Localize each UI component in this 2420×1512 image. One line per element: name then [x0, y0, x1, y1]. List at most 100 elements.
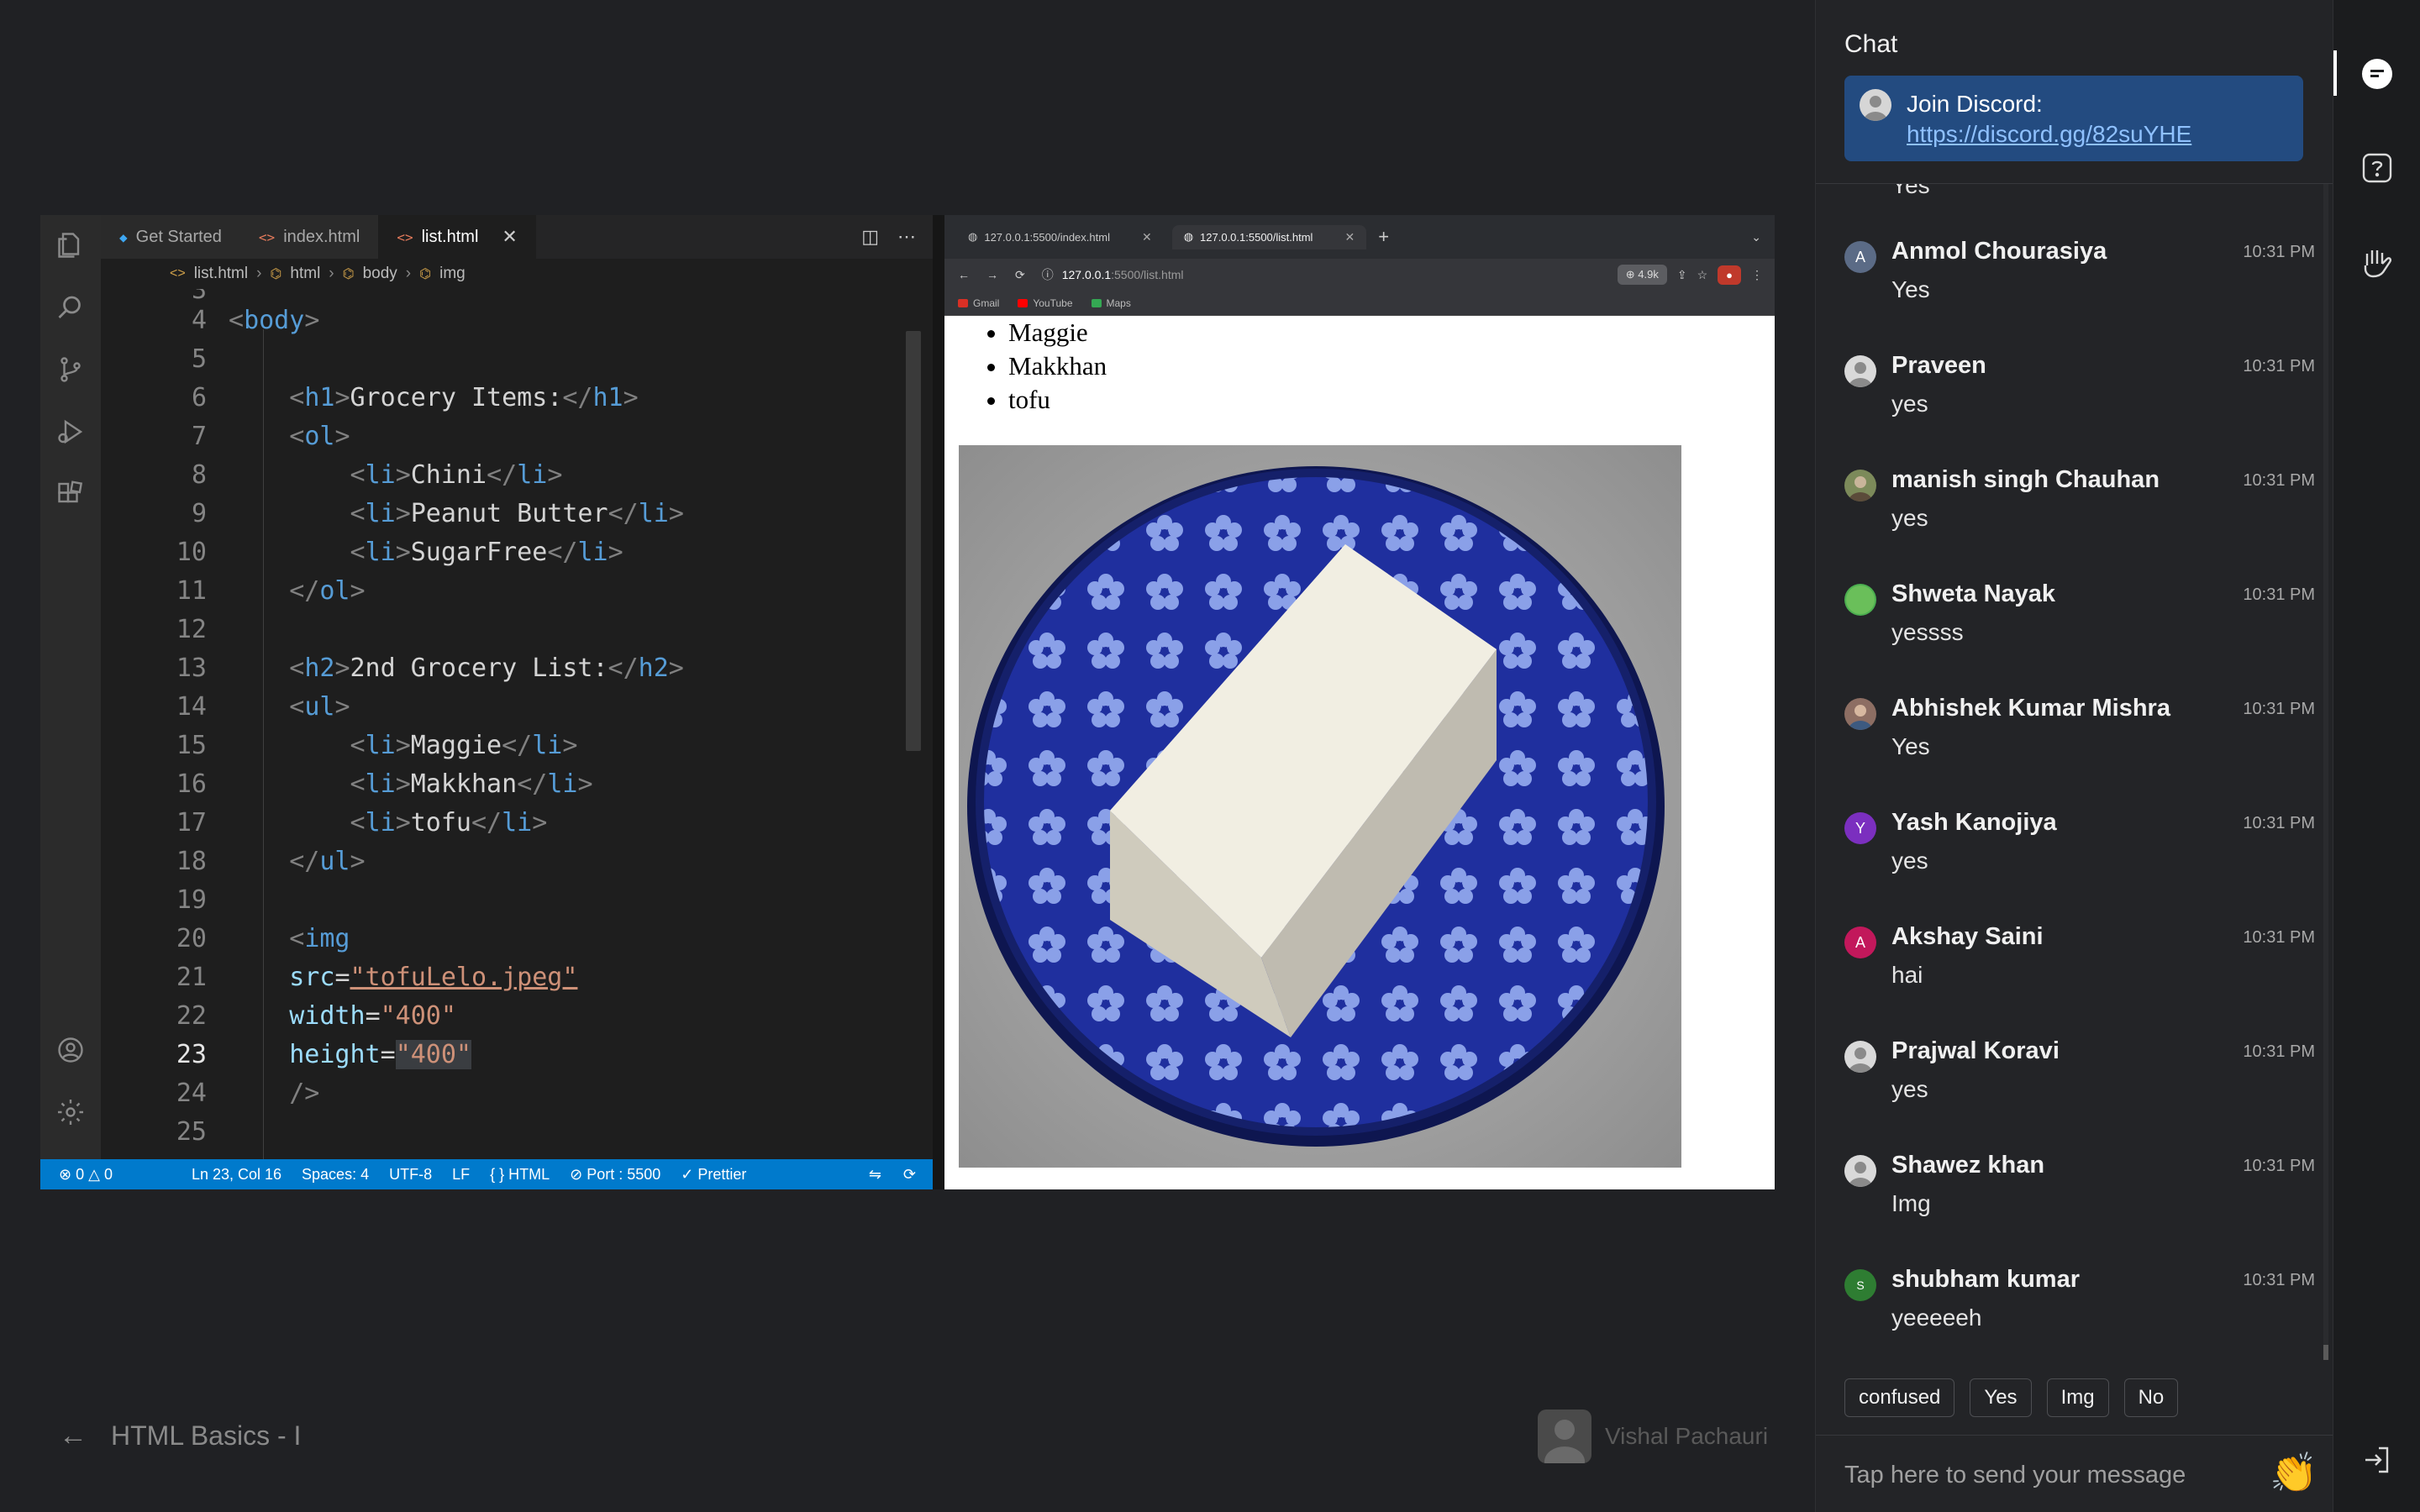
quick-reply-img[interactable]: Img	[2046, 1378, 2109, 1417]
breadcrumb-file[interactable]: list.html	[194, 265, 248, 283]
indentation-indicator[interactable]: Spaces: 4	[302, 1166, 369, 1184]
sender-name: Shawez khan	[1891, 1152, 2045, 1179]
bookmark-label: Gmail	[973, 297, 1000, 309]
code-text: </ul>	[289, 846, 366, 876]
explorer-icon[interactable]	[55, 230, 86, 260]
message-time: 10:31 PM	[2243, 357, 2315, 375]
cursor-position[interactable]: Ln 23, Col 16	[192, 1166, 281, 1184]
language-mode[interactable]: { } HTML	[490, 1166, 550, 1184]
tab-list-html[interactable]: <> list.html ✕	[378, 215, 536, 259]
more-actions-icon[interactable]: ⋯	[897, 226, 916, 248]
presenter-name: Vishal Pachauri	[1605, 1423, 1769, 1449]
line-number: 17	[176, 807, 207, 837]
line-number: 11	[176, 575, 207, 606]
bookmark-label: Maps	[1106, 297, 1131, 309]
message-list[interactable]: Yes A Anmol Chourasiya 10:31 PM Yes Prav…	[1816, 184, 2333, 1360]
close-tab-icon[interactable]: ✕	[502, 226, 517, 248]
doubt-help-icon[interactable]	[2359, 150, 2396, 186]
stage: ◆ Get Started <> index.html <> list.html…	[0, 0, 1815, 1512]
vscode-logo-icon: ◆	[119, 228, 128, 245]
message-input[interactable]	[1844, 1455, 2265, 1495]
chat-scrollbar[interactable]	[2323, 184, 2328, 1360]
message-time: 10:31 PM	[2243, 928, 2315, 947]
chat-message: Y Yash Kanojiya 10:31 PM yes	[1844, 801, 2315, 915]
bookmark-gmail[interactable]: Gmail	[958, 297, 999, 309]
breadcrumb-body[interactable]: body	[363, 265, 397, 283]
profile-pill[interactable]: ●	[1718, 265, 1741, 285]
code-line: 11 </ol>	[101, 571, 933, 610]
line-number: 20	[176, 923, 207, 953]
menu-dots-icon[interactable]: ⋮	[1751, 268, 1763, 282]
line-number: 15	[176, 730, 207, 760]
address-bar[interactable]: ⓘ 127.0.0.1:5500/list.html	[1042, 266, 1184, 283]
split-divider[interactable]	[933, 215, 944, 1189]
browser-tab[interactable]: ◍ 127.0.0.1:5500/index.html ✕	[956, 225, 1164, 249]
breadcrumb-html[interactable]: html	[290, 265, 320, 283]
chevron-down-icon[interactable]: ⌄	[1751, 230, 1761, 244]
chat-message: Abhishek Kumar Mishra 10:31 PM Yes	[1844, 686, 2315, 801]
code-line: 8 <li>Chini</li>	[101, 455, 933, 494]
discord-link[interactable]: https://discord.gg/82suYHE	[1907, 119, 2191, 150]
problems-indicator[interactable]: ⊗ 0 △ 0	[59, 1166, 113, 1184]
url-host: 127.0.0.1	[1061, 268, 1112, 281]
code-text: <li>Peanut Butter</li>	[350, 498, 684, 528]
code-line: 21 src="tofuLelo.jpeg"	[101, 958, 933, 996]
zoom-pill[interactable]: ⊕ 4.9k	[1617, 265, 1667, 285]
live-share-icon[interactable]: ⇋	[869, 1166, 881, 1184]
reload-icon[interactable]: ⟳	[1015, 268, 1025, 282]
browser-tab-active[interactable]: ◍ 127.0.0.1:5500/list.html ✕	[1171, 224, 1367, 249]
bookmark-maps[interactable]: Maps	[1091, 297, 1131, 309]
tab-index-html[interactable]: <> index.html	[239, 215, 379, 259]
prettier-indicator[interactable]: ✓ Prettier	[681, 1166, 746, 1184]
youtube-icon	[1018, 298, 1028, 307]
close-tab-icon[interactable]: ✕	[1142, 230, 1152, 244]
element-icon: ⌬	[419, 267, 432, 281]
source-control-icon[interactable]	[55, 354, 86, 385]
bookmark-youtube[interactable]: YouTube	[1018, 297, 1073, 309]
line-number: 18	[176, 846, 207, 876]
run-debug-icon[interactable]	[55, 417, 86, 447]
code-text: <li>Maggie</li>	[350, 730, 578, 760]
right-rail	[2333, 0, 2420, 1512]
active-indicator	[2333, 50, 2337, 96]
code-line: 24 />	[101, 1074, 933, 1112]
chat-message: Praveen 10:31 PM yes	[1844, 344, 2315, 458]
quick-reply-yes[interactable]: Yes	[1970, 1378, 2032, 1417]
code-line: 14 <ul>	[101, 687, 933, 726]
quick-reply-no[interactable]: No	[2123, 1378, 2179, 1417]
exit-icon[interactable]	[2359, 1441, 2396, 1478]
browser-tab-strip: ◍ 127.0.0.1:5500/index.html ✕ ◍ 127.0.0.…	[944, 215, 1775, 259]
encoding-indicator[interactable]: UTF-8	[389, 1166, 432, 1184]
close-tab-icon[interactable]: ✕	[1344, 230, 1355, 244]
notifications-icon[interactable]: ⟳	[903, 1166, 916, 1184]
quick-reply-confused[interactable]: confused	[1844, 1378, 1955, 1417]
account-icon[interactable]	[55, 1035, 86, 1065]
globe-icon: ◍	[1183, 230, 1194, 243]
code-editor[interactable]: 3 4 <body> 5 6 <h1>Grocery Items:</h1> 7 …	[101, 289, 933, 1159]
line-number: 23	[176, 1039, 207, 1069]
back-arrow-icon[interactable]: ←	[59, 1420, 87, 1452]
clap-emoji-icon[interactable]: 👏	[2270, 1450, 2317, 1496]
chat-message: Shweta Nayak 10:31 PM yessss	[1844, 572, 2315, 686]
star-icon[interactable]: ☆	[1697, 268, 1708, 282]
scrollbar-thumb[interactable]	[2323, 1345, 2328, 1360]
message-text: yes	[1891, 505, 1928, 531]
extensions-icon[interactable]	[55, 479, 86, 509]
share-icon[interactable]: ⇪	[1677, 268, 1687, 282]
message-text: yessss	[1891, 619, 1964, 645]
back-icon[interactable]: ←	[958, 268, 970, 281]
eol-indicator[interactable]: LF	[452, 1166, 470, 1184]
search-icon[interactable]	[55, 292, 86, 323]
split-editor-icon[interactable]: ◫	[861, 226, 879, 248]
new-tab-icon[interactable]: +	[1378, 226, 1389, 248]
tab-get-started[interactable]: ◆ Get Started	[101, 215, 240, 259]
breadcrumb-img[interactable]: img	[439, 265, 466, 283]
html-file-icon: <>	[258, 228, 276, 245]
live-server-port[interactable]: ⊘ Port : 5500	[570, 1166, 660, 1184]
settings-gear-icon[interactable]	[55, 1097, 86, 1127]
chat-icon[interactable]	[2359, 55, 2396, 92]
divider	[1816, 1435, 2333, 1436]
status-bar: ⊗ 0 △ 0 Ln 23, Col 16 Spaces: 4 UTF-8 LF…	[40, 1159, 933, 1189]
raise-hand-icon[interactable]	[2359, 244, 2396, 281]
forward-icon[interactable]: →	[986, 268, 998, 281]
